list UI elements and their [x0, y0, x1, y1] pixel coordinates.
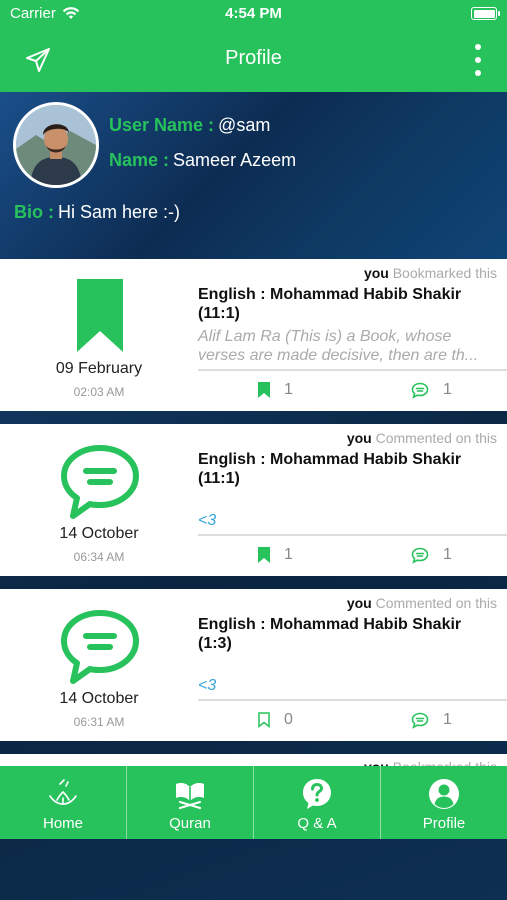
verse-reference[interactable]: English : Mohammad Habib Shakir (1:3) — [198, 615, 498, 653]
tab-qa[interactable]: Q & A — [254, 766, 381, 839]
activity-card[interactable]: you Commented on this 14 October 06:31 A… — [0, 589, 507, 741]
activity-action: Commented on this — [375, 430, 497, 446]
tab-bar: Home Quran Q & A Profile — [0, 766, 507, 839]
nav-bar: Profile — [0, 28, 507, 92]
comment-count: 1 — [443, 711, 452, 728]
tab-qa-label: Q & A — [297, 815, 337, 832]
page-title: Profile — [225, 47, 282, 69]
activity-date: 14 October — [59, 690, 139, 707]
activity-time: 02:03 AM — [73, 385, 125, 399]
comment-text: <3 — [198, 677, 217, 694]
bookmark-filled-icon — [258, 547, 270, 563]
comment-count-button[interactable]: 1 — [411, 381, 452, 399]
name-row: Name : Sameer Azeem — [109, 150, 296, 171]
comment-small-icon — [411, 712, 429, 729]
activity-card[interactable]: you Commented on this 14 October 06:34 A… — [0, 424, 507, 576]
tab-profile[interactable]: Profile — [381, 766, 507, 839]
divider — [198, 699, 507, 701]
activity-action: Commented on this — [375, 595, 497, 611]
activity-action: Bookmarked this — [392, 265, 497, 281]
bookmark-count: 1 — [284, 546, 293, 563]
bookmark-count-button[interactable]: 0 — [258, 711, 293, 729]
activity-actor: you — [346, 430, 372, 446]
tab-home-label: Home — [42, 815, 83, 832]
comment-small-icon — [411, 382, 429, 399]
comment-count-button[interactable]: 1 — [411, 546, 452, 564]
name-label: Name : — [109, 150, 170, 170]
verse-reference[interactable]: English : Mohammad Habib Shakir (11:1) — [198, 450, 498, 488]
bookmark-count: 1 — [284, 381, 293, 398]
bookmark-icon — [77, 279, 123, 352]
clock: 4:54 PM — [225, 5, 282, 22]
activity-time: 06:34 AM — [73, 550, 125, 564]
comment-text: <3 — [198, 512, 217, 529]
bio-row: Bio : Hi Sam here :-) — [14, 202, 180, 223]
tab-quran-label: Quran — [169, 815, 211, 832]
bookmark-outline-icon — [258, 712, 270, 728]
bio-label: Bio : — [14, 202, 54, 222]
comment-count-button[interactable]: 1 — [411, 711, 452, 729]
username-row: User Name : @sam — [109, 115, 270, 136]
activity-time: 06:31 AM — [73, 715, 125, 729]
verse-reference[interactable]: English : Mohammad Habib Shakir (11:1) — [198, 285, 498, 323]
battery-icon — [471, 7, 500, 20]
reading-hands-icon — [49, 779, 77, 805]
activity-date: 09 February — [55, 360, 143, 377]
tab-profile-label: Profile — [422, 815, 466, 832]
comment-icon — [61, 610, 139, 684]
status-bar: Carrier 4:54 PM — [0, 0, 507, 28]
username-label: User Name : — [109, 115, 215, 135]
activity-actor: you — [346, 595, 372, 611]
activity-line: you Commented on this — [347, 430, 497, 446]
avatar[interactable] — [13, 102, 99, 188]
activity-card[interactable]: you Bookmarked this 09 February 02:03 AM… — [0, 259, 507, 411]
comment-count: 1 — [443, 381, 452, 398]
verse-snippet: Alif Lam Ra (This is) a Book, whose vers… — [198, 328, 479, 364]
activity-line: you Commented on this — [347, 595, 497, 611]
comment-icon — [61, 445, 139, 519]
comment-count: 1 — [443, 546, 452, 563]
bookmark-count-button[interactable]: 1 — [258, 381, 293, 399]
activity-line: you Bookmarked this — [364, 265, 497, 281]
comment-small-icon — [411, 547, 429, 564]
bookmark-count-button[interactable]: 1 — [258, 546, 293, 564]
bookmark-count: 0 — [284, 711, 293, 728]
tab-home[interactable]: Home — [0, 766, 127, 839]
divider — [198, 534, 507, 536]
user-icon — [429, 779, 459, 809]
more-vertical-icon[interactable] — [473, 44, 483, 76]
profile-header: User Name : @sam Name : Sameer Azeem Bio :… — [0, 92, 507, 259]
activity-date: 14 October — [59, 525, 139, 542]
tab-quran[interactable]: Quran — [127, 766, 254, 839]
question-icon — [303, 779, 331, 809]
bookmark-filled-icon — [258, 382, 270, 398]
avatar-photo — [16, 105, 96, 185]
divider — [198, 369, 507, 371]
name-value: Sameer Azeem — [173, 150, 297, 170]
username-value: @sam — [218, 115, 271, 135]
activity-actor: you — [363, 265, 389, 281]
book-stand-icon — [176, 783, 204, 810]
bio-value: Hi Sam here :-) — [58, 202, 181, 222]
